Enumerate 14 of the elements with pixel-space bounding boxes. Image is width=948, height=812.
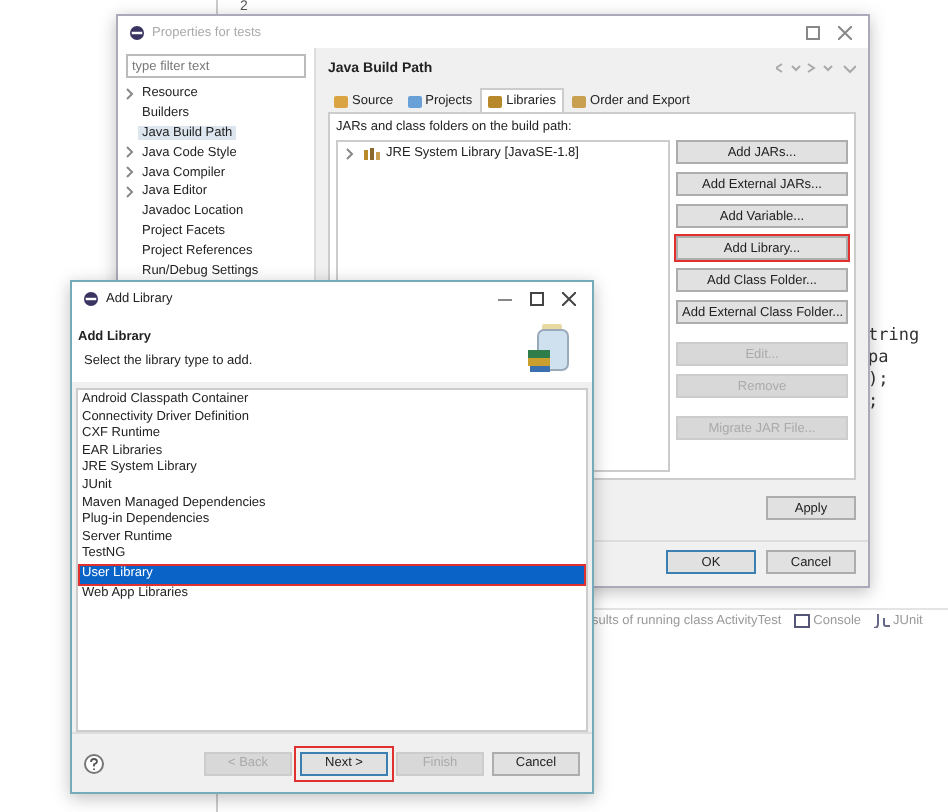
library-icon <box>364 147 380 159</box>
tab-icon <box>488 95 503 107</box>
help-icon[interactable] <box>84 753 104 773</box>
code-line: ); <box>868 370 891 392</box>
tab-icon <box>334 95 348 107</box>
tab-icon <box>572 95 587 107</box>
tab-icon <box>407 95 422 107</box>
navigation-arrows-icon[interactable] <box>776 62 856 74</box>
library-jars-icon <box>528 324 572 372</box>
console-icon <box>793 614 810 628</box>
code-line: tring pa <box>868 326 922 370</box>
close-icon[interactable] <box>562 291 576 305</box>
maximize-icon[interactable] <box>530 291 544 305</box>
code-line: ; <box>868 392 881 414</box>
